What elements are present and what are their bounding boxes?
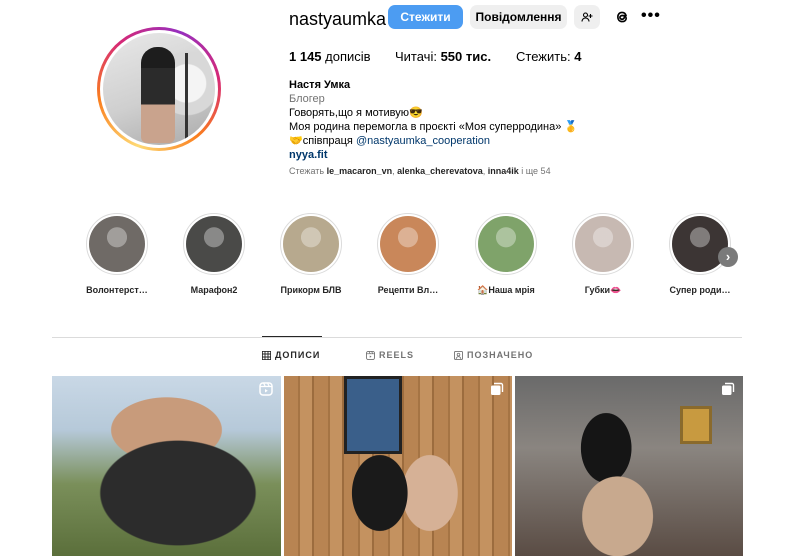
story-highlight[interactable]: 🏠Наша мрія <box>460 213 552 296</box>
followed-by[interactable]: Стежать le_macaron_vn, alenka_cherevatov… <box>289 166 551 176</box>
carousel-icon <box>491 382 504 395</box>
highlight-label: Марафон2 <box>190 285 238 295</box>
avatar-border <box>100 30 218 148</box>
highlight-cover <box>186 216 242 272</box>
profile-avatar[interactable] <box>97 27 221 151</box>
tagged-icon <box>454 350 463 360</box>
bio-line-2: Моя родина перемогла в проєкті «Моя супе… <box>289 121 579 133</box>
highlight-cover <box>575 216 631 272</box>
post-thumbnail[interactable] <box>515 376 743 556</box>
highlight-label: Прикорм БЛВ <box>280 285 342 295</box>
post-window <box>344 376 402 454</box>
highlight-ring <box>669 213 731 275</box>
following-count[interactable]: Стежить: 4 <box>516 49 581 64</box>
followers-value: 550 тис. <box>440 49 492 64</box>
avatar-photo <box>103 33 215 145</box>
post-thumbnail[interactable] <box>284 376 512 556</box>
reel-icon <box>259 382 273 396</box>
reels-icon <box>366 350 375 360</box>
message-button[interactable]: Повідомлення <box>470 5 567 29</box>
avatar-light-stand <box>185 53 188 141</box>
followed-by-prefix: Стежать <box>289 166 325 176</box>
highlight-ring <box>183 213 245 275</box>
highlight-ring <box>475 213 537 275</box>
highlight-cover <box>380 216 436 272</box>
following-label: Стежить: <box>516 49 571 64</box>
following-value: 4 <box>574 49 582 64</box>
post-thumbnail[interactable] <box>52 376 281 556</box>
threads-icon[interactable] <box>612 7 632 27</box>
story-highlight[interactable]: Волонтерст… <box>71 213 163 295</box>
tab-posts[interactable]: ДОПИСИ <box>262 350 320 360</box>
more-options-icon[interactable]: ••• <box>641 7 661 25</box>
highlight-label: Губки👄 <box>584 285 622 295</box>
story-highlight[interactable]: Прикорм БЛВ <box>265 213 357 295</box>
followed-by-user-1: le_macaron_vn <box>326 166 393 176</box>
followed-by-user-3: inna4ik <box>487 166 519 176</box>
tab-tagged-label: ПОЗНАЧЕНО <box>467 350 534 360</box>
posts-count-value: 1 145 <box>289 49 322 64</box>
highlight-label: Волонтерст… <box>86 285 148 295</box>
bio-line-3-prefix: 🤝співпраця <box>289 135 356 147</box>
highlight-ring <box>280 213 342 275</box>
suggested-users-button[interactable] <box>574 5 600 29</box>
add-user-icon <box>581 12 593 22</box>
followers-label: Читачі: <box>395 49 437 64</box>
tab-posts-label: ДОПИСИ <box>275 350 321 360</box>
external-link[interactable]: nyya.fit <box>289 148 578 162</box>
story-highlight[interactable]: Рецепти Вл… <box>362 213 454 295</box>
highlight-cover <box>283 216 339 272</box>
highlight-label: 🏠Наша мрія <box>477 285 535 295</box>
highlight-ring <box>86 213 148 275</box>
chevron-right-icon[interactable]: › <box>718 247 738 267</box>
username: nastyaumka <box>289 9 387 29</box>
tabs-divider <box>52 337 742 338</box>
cooperation-mention-link[interactable]: @nastyaumka_cooperation <box>356 135 490 147</box>
highlight-label: Рецепти Вл… <box>377 285 439 295</box>
profile-bio: Настя Умка Блогер Говорять,що я мотивую😎… <box>289 78 578 162</box>
tab-reels[interactable]: REELS <box>366 350 414 360</box>
story-highlight[interactable]: Марафон2 <box>168 213 260 295</box>
post-picture-frame <box>680 406 712 444</box>
highlight-ring <box>377 213 439 275</box>
active-tab-indicator <box>262 336 322 337</box>
avatar-figure <box>141 47 175 143</box>
highlight-label: Супер роди… <box>669 285 731 295</box>
full-name: Настя Умка <box>289 79 351 91</box>
followed-by-suffix: і ще 54 <box>518 166 551 176</box>
follow-button[interactable]: Стежити <box>388 5 463 29</box>
posts-count-label: дописів <box>325 49 371 64</box>
highlight-cover <box>89 216 145 272</box>
followers-count[interactable]: Читачі: 550 тис. <box>395 49 491 64</box>
posts-count: 1 145 дописів <box>289 49 371 64</box>
tab-tagged[interactable]: ПОЗНАЧЕНО <box>454 350 533 360</box>
tab-reels-label: REELS <box>379 350 415 360</box>
followed-by-user-2: alenka_cherevatova <box>397 166 483 176</box>
bio-line-1: Говорять,що я мотивую😎 <box>289 107 423 119</box>
highlight-ring <box>572 213 634 275</box>
category-label: Блогер <box>289 93 325 105</box>
story-highlight[interactable]: Губки👄 <box>557 213 649 296</box>
carousel-icon <box>722 382 735 395</box>
bio-line-3: 🤝співпраця @nastyaumka_cooperation <box>289 134 578 148</box>
grid-icon <box>262 350 271 360</box>
highlight-cover <box>478 216 534 272</box>
